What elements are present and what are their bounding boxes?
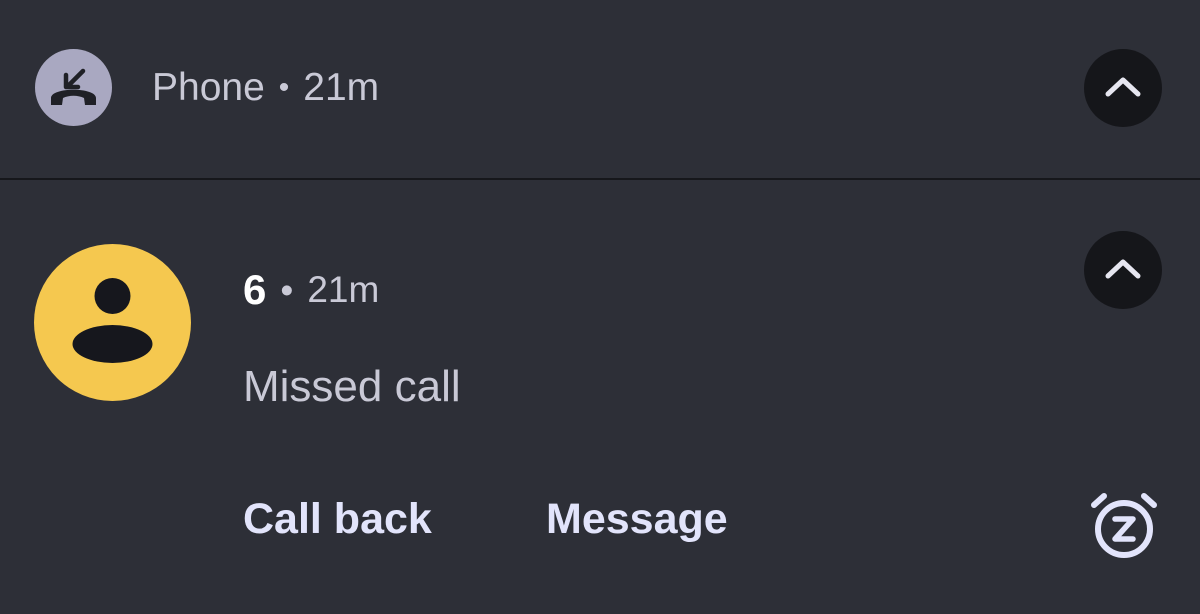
separator-dot: •	[280, 269, 294, 311]
app-name: Phone	[152, 66, 265, 109]
snooze-alarm-icon	[1091, 493, 1157, 558]
contact-avatar	[34, 244, 191, 401]
chevron-up-icon	[1105, 77, 1141, 97]
call-back-button[interactable]: Call back	[243, 495, 432, 544]
snooze-button[interactable]	[1086, 488, 1162, 564]
header-time: 21m	[303, 66, 380, 109]
app-name-row: Phone • 21m	[152, 64, 379, 112]
caller-name: 6	[243, 266, 267, 313]
collapse-group-button[interactable]	[1084, 49, 1162, 127]
notification-text: Missed call	[243, 362, 461, 411]
collapse-notification-button[interactable]	[1084, 231, 1162, 309]
notification-group-header[interactable]: Phone • 21m	[0, 0, 1200, 178]
separator-dot: •	[278, 71, 290, 104]
person-icon	[72, 278, 153, 363]
notification-time: 21m	[307, 269, 380, 310]
notification-title: 6 • 21m	[243, 264, 379, 316]
chevron-up-icon	[1105, 259, 1141, 279]
missed-call-icon	[35, 49, 112, 126]
message-button[interactable]: Message	[546, 495, 728, 544]
divider	[0, 178, 1200, 180]
